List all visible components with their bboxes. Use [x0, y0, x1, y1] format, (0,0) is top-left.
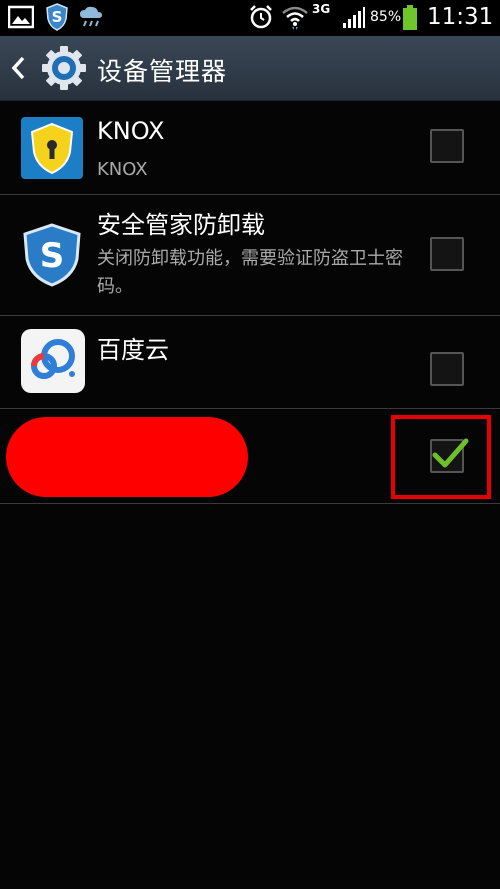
- wifi-icon: [281, 3, 309, 35]
- item-title: KNOX: [97, 117, 165, 145]
- baidu-cloud-icon: [20, 328, 86, 398]
- page-title: 设备管理器: [97, 57, 228, 86]
- baidu-cloud-checkbox[interactable]: [430, 352, 464, 386]
- item-title: 安全管家防卸载: [97, 211, 265, 239]
- battery-percent: 85%: [370, 9, 402, 25]
- svg-text:S: S: [52, 8, 63, 26]
- redacted-app-checkbox[interactable]: [430, 438, 469, 473]
- list-item[interactable]: 百度云: [0, 316, 500, 409]
- weather-icon: [78, 4, 104, 34]
- device-admin-list: KNOX KNOX S 安全管家防卸载 关闭防卸载功能，需要验证防盗卫士密码。 …: [0, 101, 500, 504]
- security-s-shield-icon: S: [22, 223, 82, 291]
- gallery-icon: [7, 5, 35, 33]
- security-uninstall-checkbox[interactable]: [430, 237, 464, 271]
- action-bar: 设备管理器: [0, 36, 500, 101]
- item-title: 百度云: [97, 336, 169, 364]
- settings-gear-icon: [40, 44, 88, 96]
- list-item[interactable]: S 安全管家防卸载 关闭防卸载功能，需要验证防盗卫士密码。: [0, 195, 500, 316]
- item-subtitle: 关闭防卸载功能，需要验证防盗卫士密码。: [97, 248, 403, 297]
- battery-icon: [402, 5, 418, 35]
- list-item[interactable]: [0, 409, 500, 504]
- svg-text:S: S: [40, 236, 65, 276]
- clock: 11:31: [427, 4, 494, 30]
- security-shield-icon: S: [46, 3, 68, 35]
- back-icon[interactable]: [10, 56, 26, 84]
- status-bar: S 3G 85% 11:31: [0, 0, 500, 36]
- knox-checkbox[interactable]: [430, 129, 464, 163]
- signal-icon: [342, 7, 366, 33]
- alarm-icon: [248, 4, 274, 34]
- network-type-label: 3G: [312, 2, 331, 16]
- knox-shield-icon: [20, 116, 84, 184]
- item-subtitle: KNOX: [97, 159, 148, 180]
- redaction-mark: [6, 417, 248, 497]
- list-item[interactable]: KNOX KNOX: [0, 101, 500, 195]
- checkmark-icon: [432, 438, 469, 468]
